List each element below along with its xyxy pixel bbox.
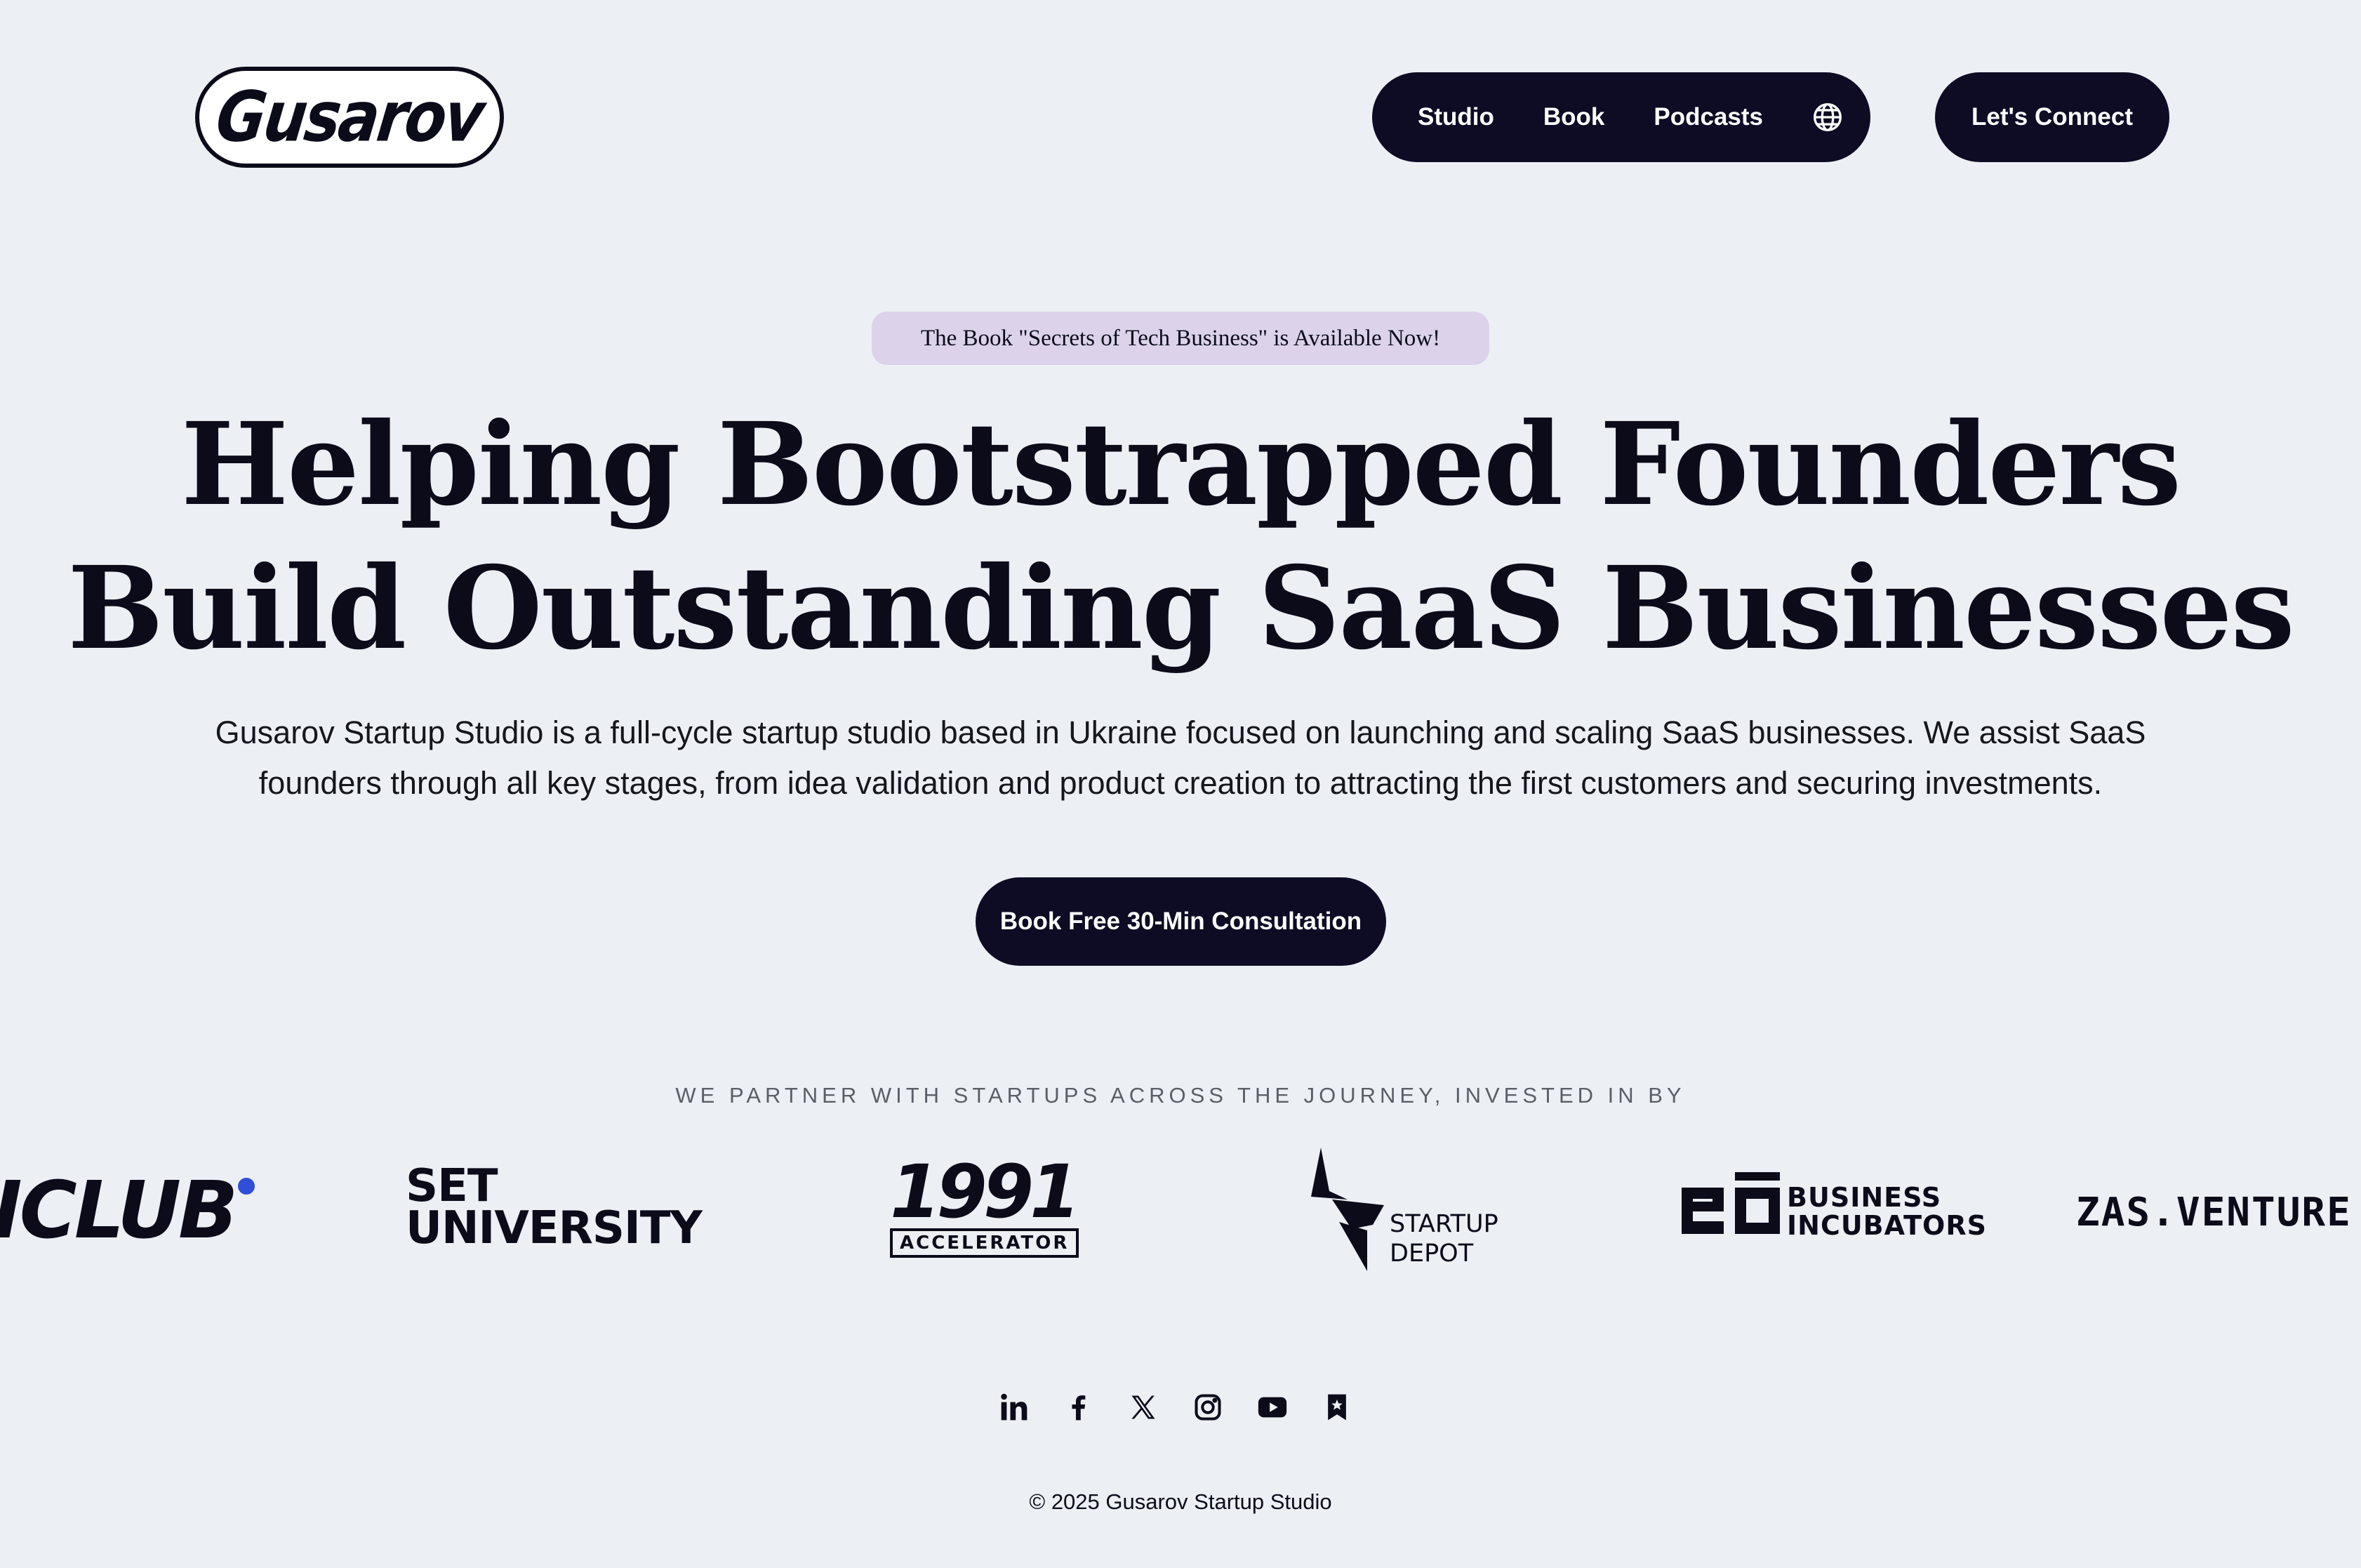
eo-text: BUSINESS INCUBATORS [1787,1183,1987,1240]
zas-logo-text: ZAS.VENTURE [2076,1190,2352,1235]
zas-ventures-logo: ZAS.VENTURE [2076,1190,2361,1235]
1991-logo-label: ACCELERATOR [890,1228,1079,1258]
x-icon[interactable] [1126,1390,1161,1425]
iclub-logo-text: ICLUB [0,1165,238,1256]
startup-depot-text: STARTUP DEPOT [1390,1209,1498,1268]
nav-item-book[interactable]: Book [1543,103,1605,131]
partner-logos: ICLUB SET UNIVERSITY 1991 ACCELERATOR ST… [0,1137,2361,1291]
startup-depot-mark [1311,1148,1384,1271]
social-links [997,1386,1355,1428]
eo-line2: INCUBATORS [1787,1210,1987,1241]
startup-depot-logo: STARTUP DEPOT [1311,1148,1498,1274]
headline-line-2: Build Outstanding SaaS Businesses [67,542,2295,675]
iclub-dot [238,1178,255,1195]
eo-mark [1682,1172,1780,1234]
main-nav: Studio Book Podcasts [1372,72,1870,162]
hero-description: Gusarov Startup Studio is a full-cycle s… [215,715,2146,801]
bookmark-star-icon[interactable] [1319,1390,1355,1425]
set-university-line2: UNIVERSITY [406,1202,703,1254]
copyright-text: © 2025 Gusarov Startup Studio [1029,1489,1332,1514]
gusarov-logo[interactable]: Gusarov [195,67,504,168]
nav-item-studio[interactable]: Studio [1418,103,1494,131]
book-announcement-badge[interactable]: The Book "Secrets of Tech Business" is A… [872,312,1489,365]
eo-business-incubators-logo: BUSINESS INCUBATORS [1679,1172,1986,1249]
facebook-icon[interactable] [1061,1390,1096,1425]
linkedin-icon[interactable] [997,1390,1032,1425]
headline-line-1: Helping Bootstrapped Founders [180,398,2181,531]
lets-connect-button[interactable]: Let's Connect [1935,72,2169,162]
hero-headline: Helping Bootstrapped Founders Build Outs… [0,393,2361,681]
startup-depot-line2: DEPOT [1390,1240,1474,1268]
globe-icon[interactable] [1812,102,1843,133]
logo-text: Gusarov [212,77,487,158]
instagram-icon[interactable] [1190,1390,1225,1425]
nav-item-podcasts[interactable]: Podcasts [1654,103,1763,131]
iclub-logo: ICLUB [0,1165,274,1256]
set-university-logo: SET UNIVERSITY [406,1160,703,1254]
site-header: Gusarov Studio Book Podcasts Let's Conne… [0,0,2361,239]
badge-text: The Book "Secrets of Tech Business" is A… [920,325,1441,351]
1991-logo-number: 1991 [890,1149,1080,1235]
1991-accelerator-logo: 1991 ACCELERATOR [890,1149,1080,1258]
youtube-icon[interactable] [1255,1390,1290,1425]
set-university-line1: SET [406,1160,498,1212]
startup-depot-line1: STARTUP [1390,1210,1498,1238]
partners-label: WE PARTNER WITH STARTUPS ACROSS THE JOUR… [675,1083,1686,1108]
eo-line1: BUSINESS [1787,1182,1942,1213]
book-consultation-button[interactable]: Book Free 30-Min Consultation [976,877,1386,966]
